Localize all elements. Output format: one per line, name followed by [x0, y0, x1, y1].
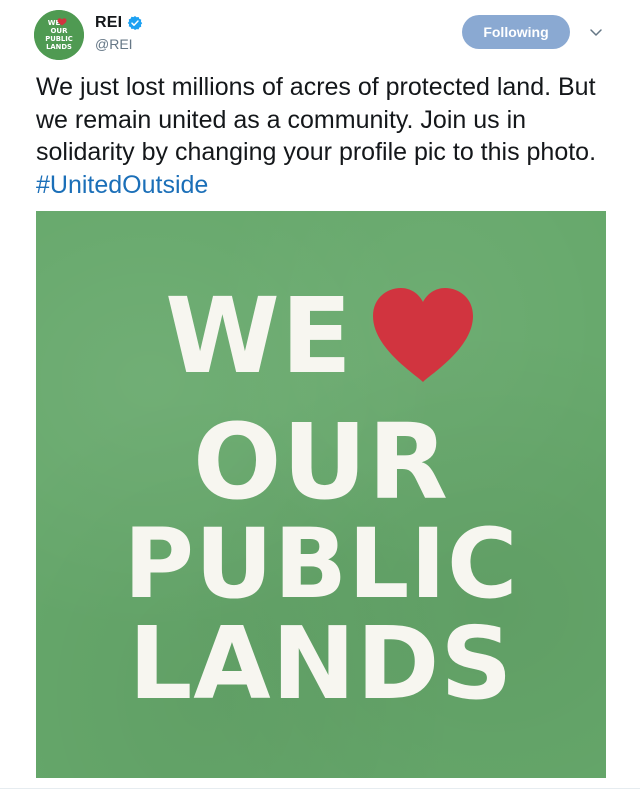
- avatar-logo-image: WE OUR PUBLIC LANDS: [34, 10, 84, 60]
- poster-line-lands: LANDS: [128, 605, 514, 722]
- tweet-media-image[interactable]: WE OUR PUBLIC LANDS: [36, 211, 606, 778]
- divider: [0, 788, 640, 789]
- avatar-line-public: PUBLIC: [45, 35, 73, 43]
- poster-line-public: PUBLIC: [123, 508, 519, 620]
- poster-word-we: WE: [165, 275, 353, 397]
- hashtag-link[interactable]: #UnitedOutside: [36, 171, 208, 199]
- tweet-text-body: We just lost millions of acres of protec…: [36, 73, 597, 166]
- tweet-card: WE OUR PUBLIC LANDS REI @REI Following W…: [0, 0, 640, 795]
- author-name-row: REI: [95, 14, 143, 32]
- verified-badge-icon: [127, 15, 143, 31]
- following-button[interactable]: Following: [462, 15, 570, 49]
- avatar-line-our: OUR: [50, 27, 68, 35]
- chevron-down-icon[interactable]: [588, 24, 604, 40]
- poster-line-our: OUR: [193, 401, 449, 523]
- poster-line-we: WE: [36, 281, 606, 391]
- heart-icon: [369, 286, 477, 386]
- author-handle[interactable]: @REI: [95, 36, 133, 52]
- avatar[interactable]: WE OUR PUBLIC LANDS: [34, 10, 84, 60]
- tweet-text: We just lost millions of acres of protec…: [36, 71, 611, 201]
- avatar-line-lands: LANDS: [46, 43, 72, 51]
- author-display-name[interactable]: REI: [95, 14, 122, 32]
